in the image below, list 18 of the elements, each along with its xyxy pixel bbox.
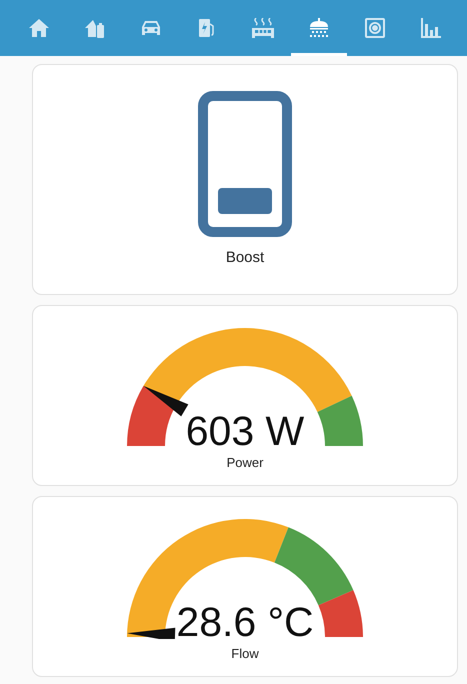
gauge-label: Flow (231, 646, 259, 661)
home-icon (29, 19, 49, 37)
car-icon (141, 19, 161, 37)
house-battery-icon (85, 18, 105, 38)
gauge-value: 603 W (186, 413, 304, 450)
bar-chart-icon (421, 18, 441, 38)
boost-card[interactable]: Boost (32, 64, 458, 295)
radiator-icon (252, 18, 274, 38)
gauge-value: 28.6 °C (176, 604, 314, 641)
gauge-card[interactable]: 603 W Power (32, 305, 458, 486)
washing-machine-icon (365, 18, 385, 38)
gauge-needle (127, 628, 176, 639)
ev-charger-icon (198, 18, 216, 38)
gauge-card[interactable]: 28.6 °C Flow (32, 496, 458, 677)
gauge-label: Power (226, 455, 264, 470)
shower-icon (309, 18, 329, 38)
gauge-needle (143, 386, 188, 416)
card-label: Boost (226, 249, 264, 266)
